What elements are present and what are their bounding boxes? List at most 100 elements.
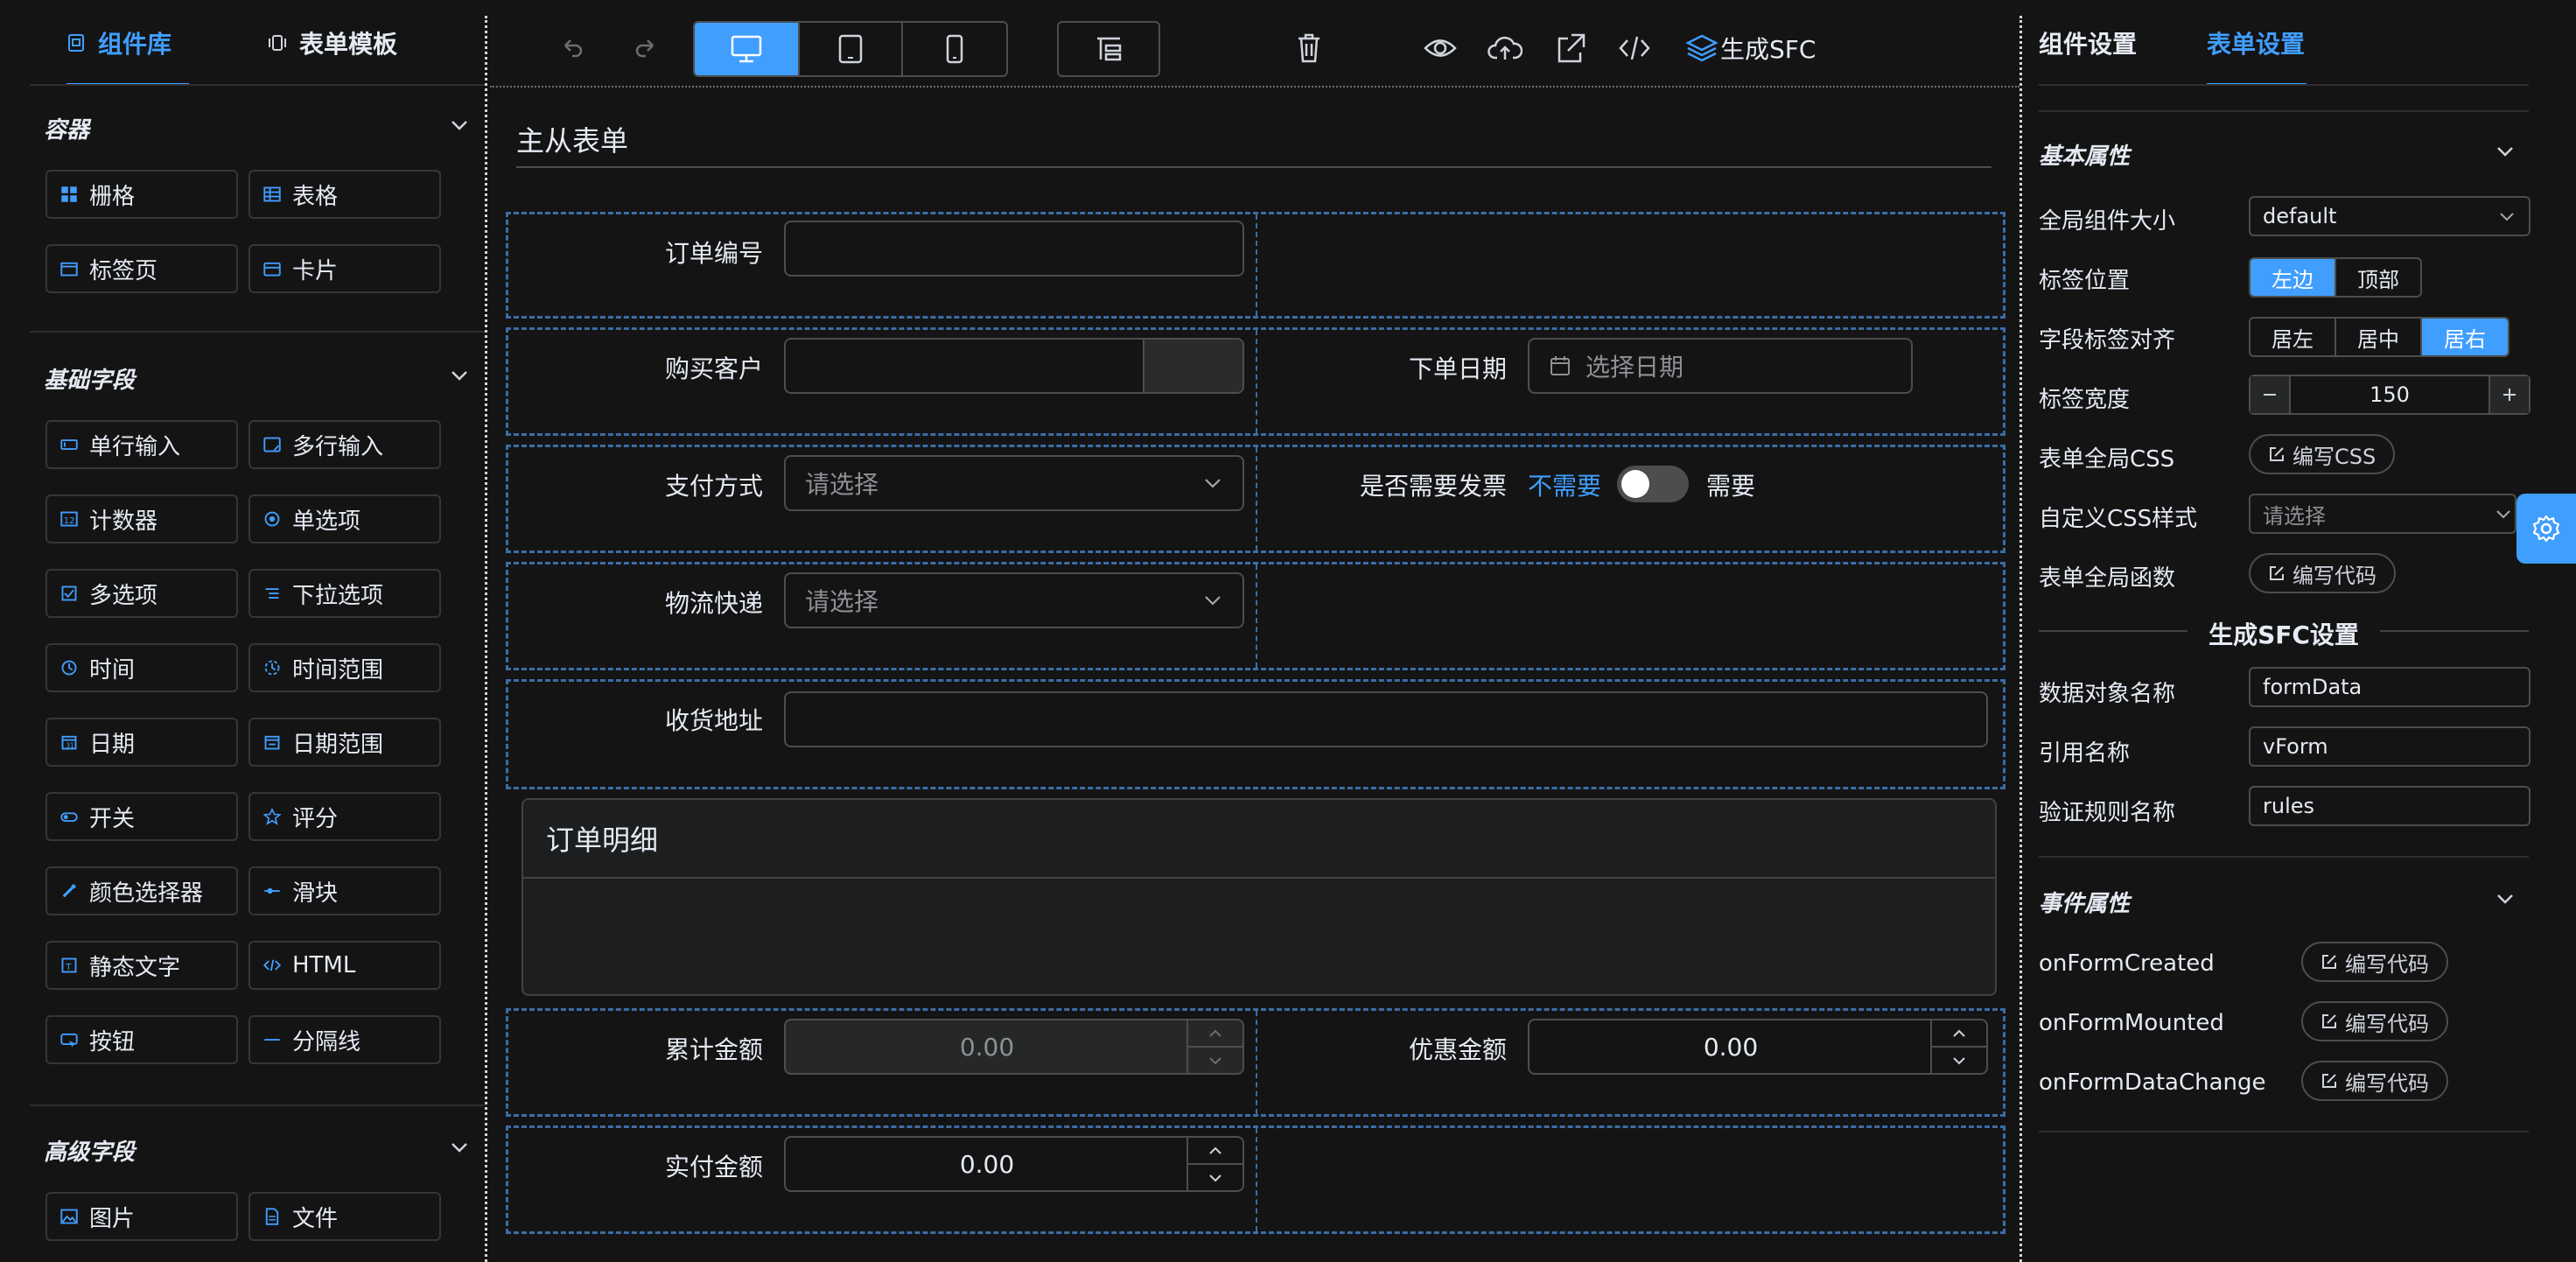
chevron-down-icon[interactable] [2494, 140, 2516, 163]
data-object-input[interactable]: formData [2249, 667, 2530, 707]
customer-input[interactable] [784, 338, 1244, 394]
discount-decrease-button[interactable] [1932, 1048, 1986, 1073]
edit-css-button[interactable]: 编写CSS [2249, 434, 2396, 474]
edit-event-button[interactable]: 编写代码 [2301, 1061, 2448, 1101]
discount-stepper [1930, 1020, 1986, 1073]
widget-tabs[interactable]: 标签页 [46, 244, 238, 293]
tab-component-settings[interactable]: 组件设置 [2039, 0, 2144, 86]
order-detail-card[interactable]: 订单明细 [522, 798, 1997, 996]
custom-css-select[interactable]: 请选择 [2249, 494, 2516, 534]
widget-button[interactable]: 按钮 [46, 1015, 238, 1064]
widget-label: 单选项 [292, 508, 361, 535]
undo-icon[interactable] [556, 21, 588, 75]
invoice-on-text: 需要 [1706, 472, 1756, 501]
toolbar-divider [490, 86, 2020, 88]
settings-toggle-button[interactable] [2516, 494, 2576, 564]
generate-sfc-button[interactable]: 生成SFC [1685, 21, 1816, 75]
widget-switch[interactable]: 开关 [46, 792, 238, 841]
chevron-down-icon[interactable] [2494, 887, 2516, 910]
widget-static-text[interactable]: T 静态文字 [46, 941, 238, 990]
tab-component-library[interactable]: 组件库 [66, 0, 189, 86]
label-width-value[interactable]: 150 [2291, 382, 2488, 407]
tablet-view-button[interactable] [798, 23, 901, 75]
input-icon [60, 435, 79, 454]
label-position-left[interactable]: 左边 [2250, 259, 2336, 296]
ref-name-input[interactable]: vForm [2249, 726, 2530, 767]
section-divider [2039, 1131, 2529, 1132]
widget-textarea[interactable]: 多行输入 [248, 420, 441, 469]
label-width-decrease[interactable] [2250, 376, 2291, 413]
widget-html[interactable]: HTML [248, 941, 441, 990]
arrow-down-icon [1209, 1174, 1222, 1181]
chevron-down-icon [2500, 213, 2514, 221]
edit-func-button[interactable]: 编写代码 [2249, 553, 2396, 593]
order-date-picker[interactable]: 选择日期 [1528, 338, 1913, 394]
paid-label: 实付金额 [664, 1153, 763, 1181]
widget-rate[interactable]: 评分 [248, 792, 441, 841]
label-position-top[interactable]: 顶部 [2336, 259, 2420, 296]
discount-increase-button[interactable] [1932, 1020, 1986, 1048]
widget-file[interactable]: 文件 [248, 1192, 441, 1241]
widget-checkbox[interactable]: 多选项 [46, 569, 238, 618]
widget-divider[interactable]: 分隔线 [248, 1015, 441, 1064]
clear-trash-icon[interactable] [1293, 21, 1325, 75]
widget-table[interactable]: 表格 [248, 170, 441, 219]
node-tree-button[interactable] [1057, 21, 1160, 77]
widget-time[interactable]: 时间 [46, 643, 238, 692]
paid-number-input[interactable]: 0.00 [784, 1136, 1244, 1192]
tab-form-templates[interactable]: 表单模板 [268, 0, 434, 86]
event-name: onFormMounted [2039, 1010, 2224, 1036]
widget-slider[interactable]: 滑块 [248, 866, 441, 915]
chevron-down-icon[interactable] [448, 114, 471, 137]
widget-number[interactable]: 12 计数器 [46, 494, 238, 543]
widget-input[interactable]: 单行输入 [46, 420, 238, 469]
order-no-input[interactable] [784, 221, 1244, 277]
desktop-view-button[interactable] [695, 23, 798, 75]
label-width-increase[interactable] [2488, 376, 2529, 413]
logistics-select[interactable]: 请选择 [784, 572, 1244, 628]
arrow-up-icon [1953, 1029, 1965, 1037]
edit-event-button[interactable]: 编写代码 [2301, 1001, 2448, 1041]
label-position-group: 左边 顶部 [2249, 257, 2422, 298]
paid-decrease-button[interactable] [1188, 1165, 1242, 1190]
invoice-off-text: 不需要 [1528, 472, 1602, 501]
widget-label: 多行输入 [292, 433, 384, 460]
preview-eye-icon[interactable] [1423, 21, 1458, 75]
export-icon[interactable] [1552, 21, 1587, 75]
chevron-down-icon[interactable] [448, 1136, 471, 1159]
generate-sfc-label: 生成SFC [1720, 35, 1816, 64]
paid-increase-button[interactable] [1188, 1138, 1242, 1165]
select-icon [262, 584, 282, 603]
widget-select[interactable]: 下拉选项 [248, 569, 441, 618]
right-panel-separator [2020, 16, 2022, 1262]
discount-number-input[interactable]: 0.00 [1528, 1019, 1988, 1075]
invoice-switch[interactable] [1617, 466, 1689, 502]
rules-name-input[interactable]: rules [2249, 786, 2530, 826]
tab-form-templates-label: 表单模板 [299, 30, 398, 59]
widget-date[interactable]: 31 日期 [46, 718, 238, 767]
widget-picture[interactable]: 图片 [46, 1192, 238, 1241]
edit-event-button[interactable]: 编写代码 [2301, 942, 2448, 982]
payment-select[interactable]: 请选择 [784, 455, 1244, 511]
mobile-view-button[interactable] [901, 23, 1006, 75]
import-upload-icon[interactable] [1488, 21, 1522, 75]
size-select[interactable]: default [2249, 196, 2530, 236]
arrow-up-icon [1209, 1029, 1222, 1037]
redo-icon[interactable] [630, 21, 662, 75]
widget-date-range[interactable]: 日期范围 [248, 718, 441, 767]
tab-form-settings[interactable]: 表单设置 [2207, 0, 2306, 86]
customer-lookup-button[interactable] [1143, 340, 1242, 392]
widget-color-picker[interactable]: 颜色选择器 [46, 866, 238, 915]
widget-radio[interactable]: 单选项 [248, 494, 441, 543]
widget-grid[interactable]: 栅格 [46, 170, 238, 219]
label-align-right[interactable]: 居右 [2422, 319, 2508, 355]
minus-icon [2264, 394, 2276, 396]
code-icon[interactable] [1617, 21, 1652, 75]
chevron-down-icon[interactable] [448, 364, 471, 387]
label-align-center[interactable]: 居中 [2336, 319, 2422, 355]
grid-icon [60, 185, 79, 204]
widget-card[interactable]: 卡片 [248, 244, 441, 293]
label-align-left[interactable]: 居左 [2250, 319, 2336, 355]
widget-time-range[interactable]: 时间范围 [248, 643, 441, 692]
address-input[interactable] [784, 691, 1988, 747]
